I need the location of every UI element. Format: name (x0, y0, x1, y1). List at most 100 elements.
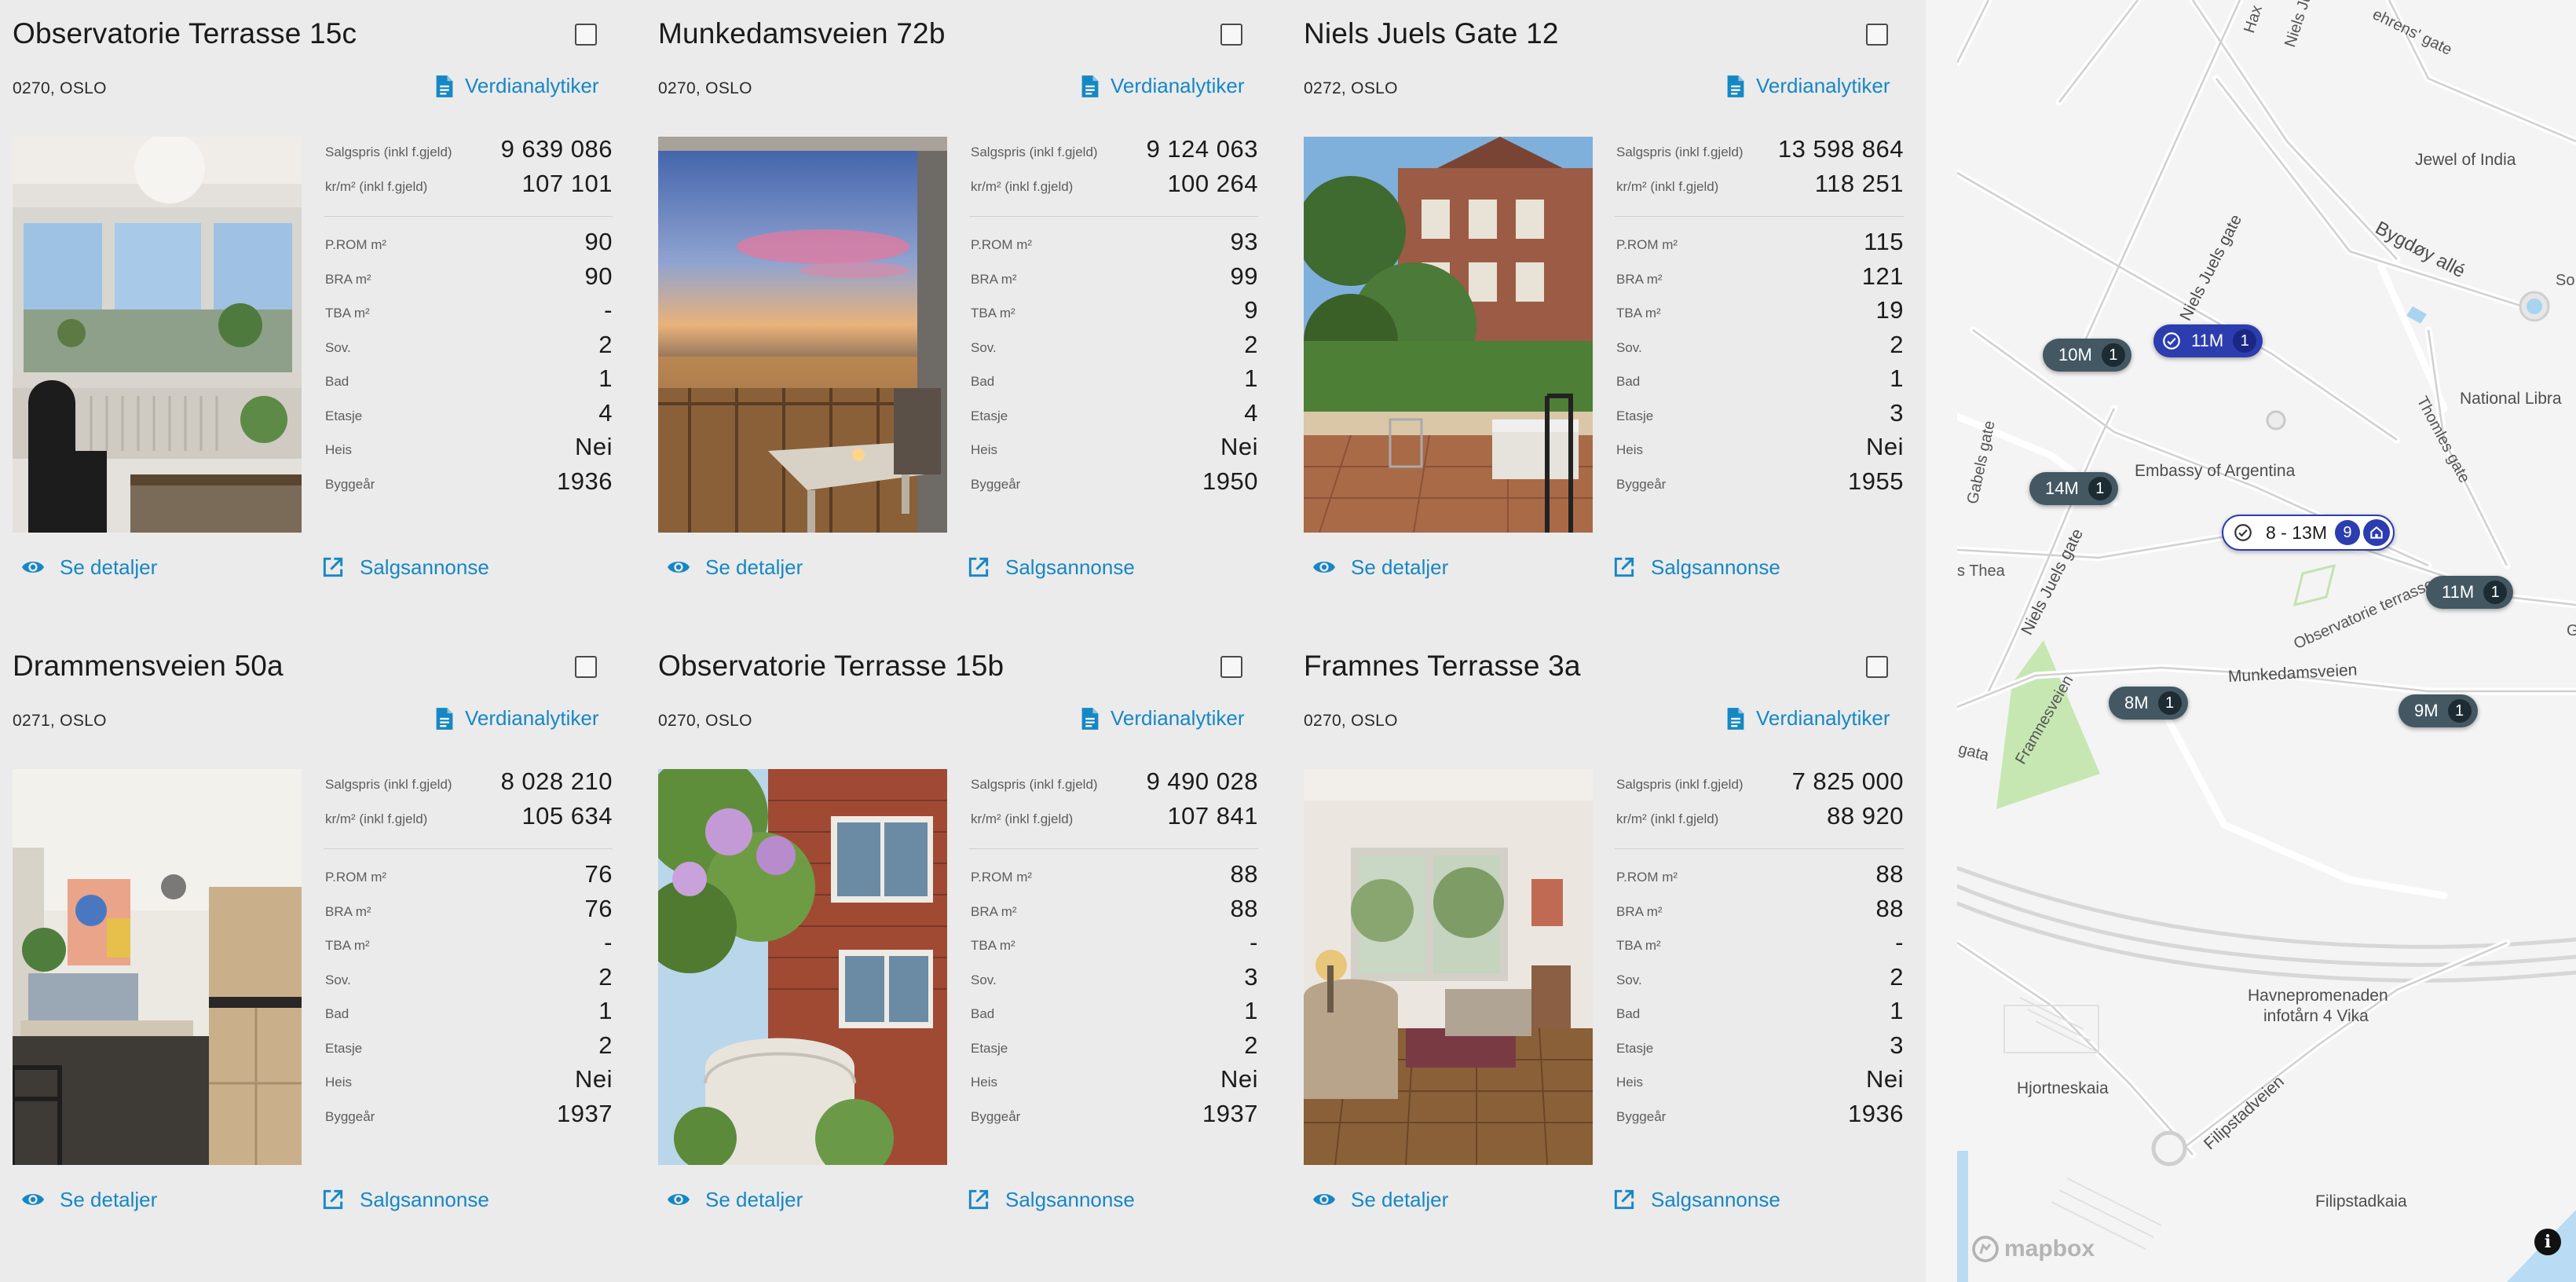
see-details-link[interactable]: Se detaljer (20, 555, 157, 580)
map-label-national: National Libra (2460, 390, 2562, 408)
stat-value: Nei (1865, 433, 1904, 460)
listing-actions: Se detaljer Salgsannonse (658, 1187, 1258, 1218)
map-view[interactable]: Jewel of India Bygdøy allé National Libr… (1957, 0, 2576, 1282)
listing-photo[interactable] (658, 769, 947, 1165)
sales-ad-link[interactable]: Salgsannonse (320, 1187, 489, 1212)
listing-grid: Observatorie Terrasse 15c 0270, OSLO Ver… (0, 0, 1926, 1282)
row-heis: Heis Nei (969, 433, 1258, 467)
stat-label: Heis (1616, 1075, 1644, 1090)
map-marker-price-selected[interactable]: 11M 1 (2153, 324, 2263, 357)
info-icon[interactable]: i (2534, 1229, 2561, 1255)
listing-title: Framnes Terrasse 3a (1304, 650, 1581, 682)
row-tba: TBA m² 9 (969, 296, 1258, 331)
value-analytics-link[interactable]: Verdianalytiker (1081, 74, 1245, 98)
sales-ad-label: Salgsannonse (360, 555, 489, 579)
marker-price: 11M (2442, 582, 2475, 602)
row-sov: Sov. 2 (969, 331, 1258, 365)
map-marker-price[interactable]: 14M 1 (2029, 472, 2118, 505)
row-bra: BRA m² 88 (969, 895, 1258, 929)
stat-value: 121 (1861, 262, 1904, 290)
stat-value: 8 028 210 (500, 767, 613, 795)
document-icon (1081, 707, 1099, 730)
map-cluster-marker[interactable]: 8 - 13M 9 (2222, 515, 2395, 551)
compare-checkbox[interactable] (1220, 656, 1242, 678)
stat-label: kr/m² (inkl f.gjeld) (325, 178, 428, 194)
listing-card: Niels Juels Gate 12 0272, OSLO Verdianal… (1291, 0, 1904, 621)
see-details-link[interactable]: Se detaljer (20, 1187, 157, 1212)
sales-ad-link[interactable]: Salgsannonse (966, 555, 1135, 580)
eye-icon (668, 562, 690, 573)
sales-ad-link[interactable]: Salgsannonse (966, 1187, 1135, 1212)
stat-label: Byggeår (971, 476, 1021, 492)
row-bad: Bad 1 (324, 997, 613, 1031)
stat-label: Heis (325, 1075, 353, 1090)
stat-label: Sov. (325, 972, 351, 987)
stat-value: 115 (1864, 228, 1904, 255)
listing-stats: Salgspris (inkl f.gjeld) 9 639 086 kr/m²… (324, 135, 613, 501)
see-details-label: Se detaljer (705, 555, 803, 579)
listing-photo[interactable] (1304, 769, 1593, 1165)
see-details-link[interactable]: Se detaljer (1312, 555, 1448, 580)
map-marker-price[interactable]: 8M 1 (2109, 687, 2188, 720)
listing-photo[interactable] (1304, 137, 1593, 533)
value-analytics-label: Verdianalytiker (1111, 706, 1245, 730)
listing-photo[interactable] (658, 137, 947, 533)
sales-ad-link[interactable]: Salgsannonse (1612, 1187, 1780, 1212)
see-details-label: Se detaljer (705, 1187, 803, 1211)
compare-checkbox[interactable] (1866, 24, 1888, 46)
marker-price: 10M (2058, 345, 2092, 364)
value-analytics-link[interactable]: Verdianalytiker (435, 706, 599, 731)
panel-divider (1926, 0, 1957, 1282)
sales-ad-label: Salgsannonse (1005, 1187, 1135, 1211)
stat-label: TBA m² (971, 938, 1015, 953)
row-bygg: Byggeår 1950 (969, 467, 1258, 502)
sales-ad-link[interactable]: Salgsannonse (320, 555, 489, 580)
value-analytics-link[interactable]: Verdianalytiker (435, 74, 599, 98)
stat-label: BRA m² (1616, 271, 1663, 287)
compare-checkbox[interactable] (575, 656, 597, 678)
stat-value: 4 (1244, 398, 1258, 427)
document-icon (436, 75, 453, 97)
row-bra: BRA m² 88 (1615, 895, 1904, 929)
value-analytics-link[interactable]: Verdianalytiker (1726, 74, 1890, 98)
map-marker-price[interactable]: 11M 1 (2426, 576, 2514, 609)
compare-checkbox[interactable] (1866, 656, 1888, 678)
stat-value: 107 101 (521, 169, 613, 197)
value-analytics-link[interactable]: Verdianalytiker (1081, 706, 1245, 731)
listing-photo[interactable] (13, 769, 302, 1165)
listing-actions: Se detaljer Salgsannonse (658, 555, 1258, 586)
see-details-link[interactable]: Se detaljer (666, 555, 803, 580)
map-marker-price[interactable]: 9M 1 (2399, 694, 2478, 727)
map-label-filipstadkaia: Filipstadkaia (2315, 1192, 2407, 1211)
stat-value: 1937 (1202, 1099, 1258, 1127)
map-marker-price[interactable]: 10M 1 (2043, 339, 2131, 372)
listing-card: Observatorie Terrasse 15c 0270, OSLO Ver… (0, 0, 613, 621)
stat-label: BRA m² (971, 271, 1017, 287)
stat-value: - (1250, 929, 1258, 956)
value-analytics-link[interactable]: Verdianalytiker (1726, 706, 1890, 731)
mapbox-logo: mapbox (1971, 1235, 2095, 1263)
stat-value: 2 (598, 330, 613, 358)
see-details-link[interactable]: Se detaljer (666, 1187, 803, 1212)
compare-checkbox[interactable] (575, 24, 597, 46)
row-bra: BRA m² 99 (969, 262, 1258, 297)
sales-ad-label: Salgsannonse (1651, 1187, 1780, 1211)
compare-checkbox[interactable] (1220, 24, 1242, 46)
value-analytics-label: Verdianalytiker (465, 74, 599, 97)
sales-ad-link[interactable]: Salgsannonse (1612, 555, 1780, 580)
external-link-icon (1614, 1189, 1634, 1210)
marker-price: 9M (2414, 701, 2439, 720)
listing-address: 0270, OSLO (13, 79, 107, 97)
stat-label: Sov. (971, 339, 997, 355)
stat-label: Etasje (971, 1040, 1008, 1056)
stat-value: - (1895, 929, 1904, 956)
marker-price: 11M (2191, 331, 2224, 350)
listing-photo[interactable] (13, 137, 302, 533)
stat-label: Salgspris (inkl f.gjeld) (325, 145, 452, 159)
listing-card: Observatorie Terrasse 15b 0270, OSLO Ver… (646, 632, 1258, 1253)
value-analytics-label: Verdianalytiker (1756, 706, 1890, 730)
listing-title: Niels Juels Gate 12 (1304, 17, 1559, 49)
eye-icon (1313, 1194, 1335, 1205)
see-details-link[interactable]: Se detaljer (1312, 1187, 1448, 1212)
stat-label: Sov. (1616, 339, 1642, 355)
